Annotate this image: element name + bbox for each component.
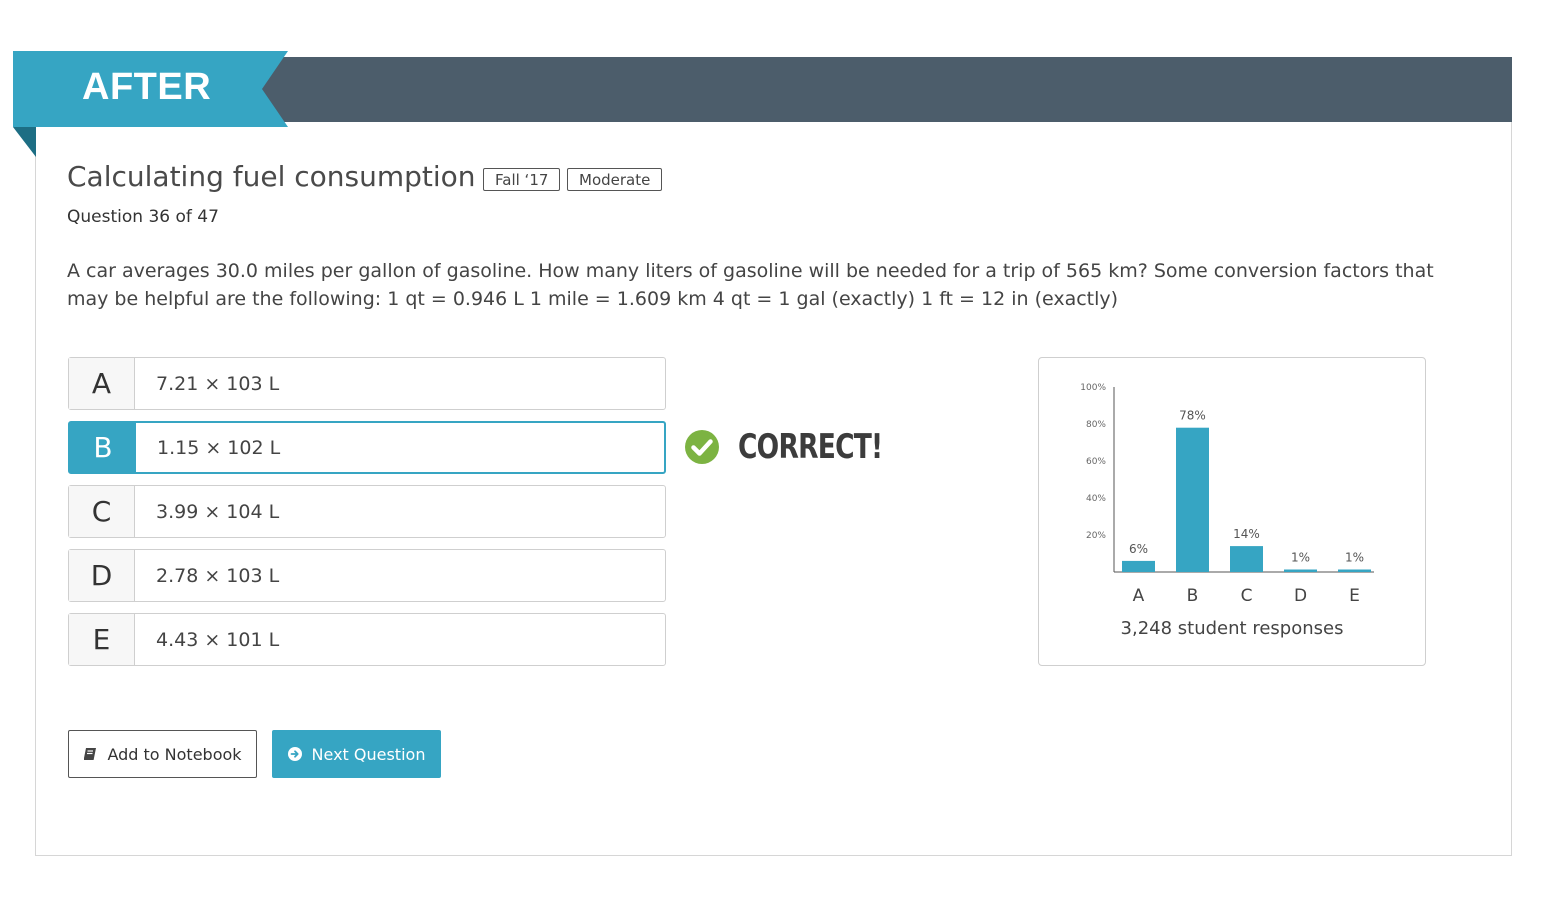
option-letter: E <box>69 614 135 665</box>
option-value: 3.99 × 104 L <box>156 500 280 523</box>
response-chart: 20% 40% 60% 80% 100% 6% A 78% B 14% C 1% D 1% E 3,248 … <box>1038 357 1426 666</box>
y-tick-label: 40% <box>1086 494 1106 504</box>
option-value: 1.15 × 102 L <box>157 436 281 459</box>
add-to-notebook-button[interactable]: Add to Notebook <box>68 730 257 778</box>
option-letter: D <box>69 550 135 601</box>
correct-label: CORRECT! <box>738 427 883 467</box>
question-number: Question 36 of 47 <box>67 207 219 227</box>
option-value: 2.78 × 103 L <box>156 564 280 587</box>
response-count: 3,248 student responses <box>1120 618 1344 639</box>
answer-option-d[interactable]: D 2.78 × 103 L <box>68 549 666 602</box>
bar-a <box>1122 560 1155 572</box>
term-tag: Fall ‘17 <box>483 168 561 191</box>
answer-option-b[interactable]: B 1.15 × 102 L <box>68 421 666 474</box>
answer-option-c[interactable]: C 3.99 × 104 L <box>68 485 666 538</box>
book-icon <box>84 748 97 760</box>
option-letter: C <box>69 486 135 537</box>
answer-option-e[interactable]: E 4.43 × 101 L <box>68 613 666 666</box>
bar-c <box>1230 546 1263 572</box>
difficulty-tag: Moderate <box>567 168 663 191</box>
next-question-label: Next Question <box>311 744 426 764</box>
bar-d <box>1284 569 1317 572</box>
answer-option-a[interactable]: A 7.21 × 103 L <box>68 357 666 410</box>
option-letter: A <box>69 358 135 409</box>
bar-value-label: 6% <box>1129 542 1148 556</box>
option-value: 7.21 × 103 L <box>156 372 280 395</box>
x-category-label: B <box>1187 586 1199 606</box>
bar-value-label: 1% <box>1345 551 1364 565</box>
bar-value-label: 78% <box>1179 409 1206 423</box>
x-category-label: E <box>1349 586 1360 606</box>
option-value: 4.43 × 101 L <box>156 628 280 651</box>
y-tick-label: 80% <box>1086 420 1106 430</box>
y-tick-label: 20% <box>1086 531 1106 541</box>
response-bar-chart: 20% 40% 60% 80% 100% 6% A 78% B 14% C 1% D 1% E <box>1080 383 1374 606</box>
correct-feedback: CORRECT! <box>684 427 923 467</box>
after-label: AFTER <box>82 66 212 108</box>
question-title: Calculating fuel consumption <box>67 160 476 193</box>
option-letter: B <box>70 423 136 472</box>
x-category-label: A <box>1133 586 1145 606</box>
bar-b <box>1176 427 1209 572</box>
x-category-label: C <box>1241 586 1253 606</box>
x-category-label: D <box>1294 586 1307 606</box>
bar-e <box>1338 569 1371 572</box>
add-to-notebook-label: Add to Notebook <box>107 744 242 764</box>
question-text: A car averages 30.0 miles per gallon of … <box>67 260 1434 310</box>
y-tick-label: 100% <box>1080 383 1106 393</box>
arrow-circle-right-icon <box>287 747 302 761</box>
check-circle-icon <box>685 430 719 464</box>
y-tick-label: 60% <box>1086 457 1106 467</box>
bar-value-label: 14% <box>1233 527 1260 541</box>
bar-value-label: 1% <box>1291 551 1310 565</box>
next-question-button[interactable]: Next Question <box>272 730 441 778</box>
